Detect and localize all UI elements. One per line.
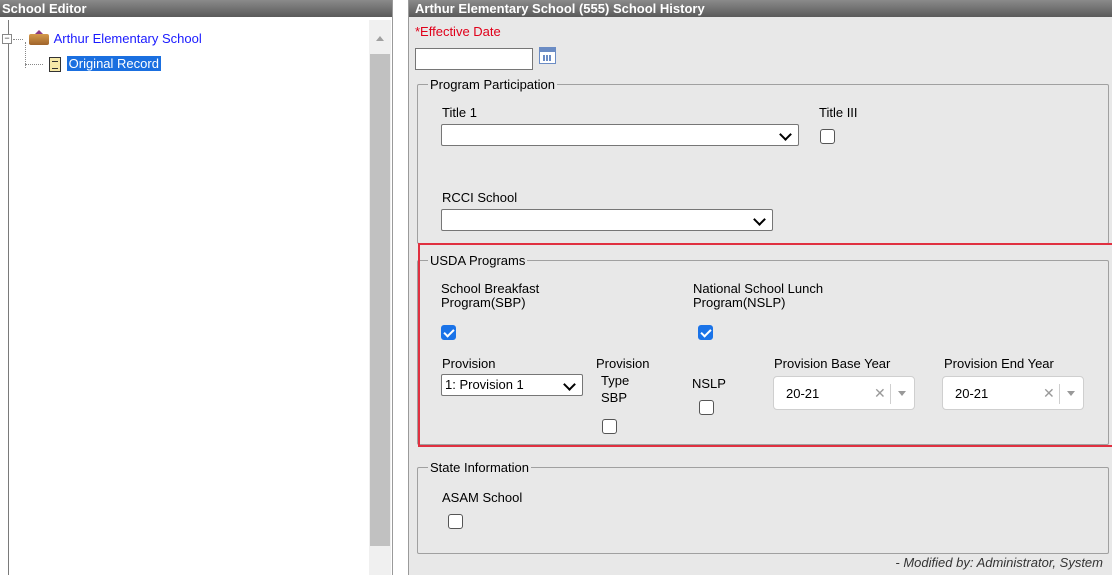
sbp-label-line1: School Breakfast <box>441 281 540 296</box>
provision-type-sbp-checkbox[interactable] <box>602 419 617 434</box>
asam-school-label: ASAM School <box>442 490 523 505</box>
calendar-icon[interactable] <box>539 47 556 64</box>
tree-connector <box>13 39 23 40</box>
tree-item-school-label[interactable]: Arthur Elementary School <box>54 31 202 46</box>
state-information-fieldset: State Information <box>417 460 1109 554</box>
provision-base-year-combobox[interactable]: 20-21 ✕ <box>773 376 915 410</box>
title1-label: Title 1 <box>442 105 477 120</box>
scroll-up-arrow-icon[interactable] <box>376 36 384 41</box>
provision-end-year-value: 20-21 <box>955 386 989 401</box>
sbp-label-line2: Program(SBP) <box>441 295 526 310</box>
provision-type-sbp-label-line1: Provision <box>596 356 650 371</box>
provision-base-year-value: 20-21 <box>786 386 820 401</box>
title3-checkbox[interactable] <box>820 129 835 144</box>
school-editor-panel: School Editor − Arthur Elementary School… <box>0 0 393 575</box>
provision-label: Provision <box>442 356 496 371</box>
program-participation-legend: Program Participation <box>430 77 555 92</box>
usda-programs-legend: USDA Programs <box>430 253 526 268</box>
record-icon <box>48 57 61 73</box>
collapse-icon[interactable]: − <box>2 34 12 44</box>
clear-icon[interactable]: ✕ <box>874 385 886 402</box>
combobox-separator <box>1059 384 1060 404</box>
nslp-program-label-line1: National School Lunch <box>693 281 824 296</box>
tree-item-record-label[interactable]: Original Record <box>66 56 161 71</box>
provision-type-sbp-label-line2: Type <box>601 373 630 388</box>
tree-scrollbar[interactable] <box>369 20 391 575</box>
school-icon <box>28 30 49 46</box>
chevron-down-icon <box>563 378 576 391</box>
dropdown-arrow-icon[interactable] <box>898 391 906 396</box>
asam-school-checkbox[interactable] <box>448 514 463 529</box>
tree-item-original-record[interactable]: Original Record <box>25 55 161 73</box>
provision-end-year-combobox[interactable]: 20-21 ✕ <box>942 376 1084 410</box>
combobox-separator <box>890 384 891 404</box>
dropdown-arrow-icon[interactable] <box>1067 391 1075 396</box>
modified-by-text: - Modified by: Administrator, System <box>895 555 1103 570</box>
scrollbar-thumb[interactable] <box>370 54 390 546</box>
chevron-down-icon <box>753 213 766 226</box>
provision-base-year-label: Provision Base Year <box>774 356 891 371</box>
state-information-legend: State Information <box>430 460 529 475</box>
school-tree: − Arthur Elementary School Original Reco… <box>2 20 369 575</box>
clear-icon[interactable]: ✕ <box>1043 385 1055 402</box>
title3-label: Title III <box>819 105 858 120</box>
nslp-checkbox[interactable] <box>699 400 714 415</box>
nslp-label: NSLP <box>692 376 726 391</box>
provision-end-year-label: Provision End Year <box>944 356 1054 371</box>
rcci-school-select[interactable] <box>441 209 773 231</box>
nslp-program-checkbox[interactable] <box>698 325 713 340</box>
provision-select[interactable]: 1: Provision 1 <box>441 374 583 396</box>
title1-select[interactable] <box>441 124 799 146</box>
school-history-header: Arthur Elementary School (555) School Hi… <box>409 0 1112 17</box>
school-editor-header: School Editor <box>0 0 392 17</box>
school-history-panel: Arthur Elementary School (555) School Hi… <box>408 0 1112 575</box>
provision-value: 1: Provision 1 <box>445 377 524 392</box>
sbp-checkbox[interactable] <box>441 325 456 340</box>
nslp-program-label-line2: Program(NSLP) <box>693 295 786 310</box>
tree-connector <box>25 64 43 65</box>
effective-date-label: *Effective Date <box>415 24 501 39</box>
tree-item-school[interactable]: − Arthur Elementary School <box>2 30 202 48</box>
chevron-down-icon <box>779 128 792 141</box>
effective-date-input[interactable] <box>415 48 533 70</box>
rcci-school-label: RCCI School <box>442 190 518 205</box>
provision-type-sbp-label-line3: SBP <box>601 390 628 405</box>
